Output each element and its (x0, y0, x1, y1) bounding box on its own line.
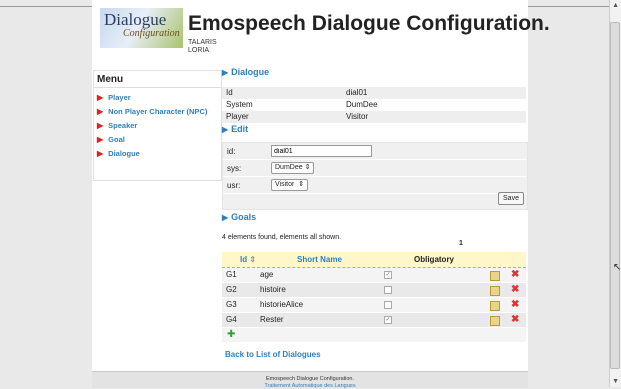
goal-name: histoire (260, 285, 286, 294)
delete-icon[interactable]: ✖ (511, 283, 519, 297)
spinner-icon: ⇕ (298, 181, 305, 188)
field-value: DumDee (346, 100, 378, 109)
goal-name: Rester (260, 315, 284, 324)
goal-id: G2 (226, 285, 237, 294)
triangle-right-icon: ▶ (222, 125, 229, 134)
triangle-right-icon: ▶ (97, 93, 104, 102)
usr-label: usr: (227, 181, 241, 190)
id-label: id: (227, 147, 236, 156)
goal-id: G3 (226, 300, 237, 309)
add-bar: ✚ (222, 328, 526, 342)
footer-title: Emospeech Dialogue Configuration. (265, 376, 355, 382)
sys-select[interactable]: DumDee ⇕ (271, 162, 315, 174)
menu-item-label: Non Player Character (NPC) (108, 107, 208, 116)
menu-divider (94, 87, 221, 88)
sort-icon: ⇕ (249, 255, 257, 264)
usr-select[interactable]: Visitor ⇕ (271, 179, 309, 191)
dialogue-row-system: System DumDee (222, 99, 526, 111)
selected-value: Visitor (275, 181, 295, 188)
vertical-scrollbar[interactable]: ▲ ▼ (609, 0, 621, 387)
section-title: Dialogue (231, 67, 270, 77)
obligatory-checkbox (384, 286, 392, 294)
side-menu: Menu ▶ Player ▶ Non Player Character (NPC)… (93, 70, 222, 181)
section-title: Goals (231, 212, 257, 222)
triangle-right-icon: ▶ (97, 121, 104, 130)
dialogue-row-id: Id dial01 (222, 87, 526, 99)
menu-title: Menu (97, 74, 124, 85)
menu-item-speaker[interactable]: ▶ Speaker (97, 121, 137, 130)
results-count: 4 elements found, elements all shown. (222, 234, 342, 241)
field-label: System (226, 100, 253, 109)
id-input[interactable] (271, 145, 372, 157)
triangle-right-icon: ▶ (97, 149, 104, 158)
page-number[interactable]: 1 (459, 240, 463, 247)
app-logo[interactable]: Dialogue Configuration (100, 8, 183, 48)
goal-id: G1 (226, 270, 237, 279)
spinner-icon: ⇕ (304, 164, 311, 171)
column-header-id[interactable]: Id ⇕ (240, 255, 256, 264)
logo-subtext: Configuration (123, 28, 180, 39)
triangle-right-icon: ▶ (222, 213, 229, 222)
scrollbar-thumb[interactable] (610, 22, 620, 369)
field-label: Player (226, 112, 249, 121)
triangle-right-icon: ▶ (222, 68, 229, 77)
column-header-short-name[interactable]: Short Name (297, 255, 342, 264)
delete-icon[interactable]: ✖ (511, 313, 519, 327)
triangle-right-icon: ▶ (97, 135, 104, 144)
triangle-right-icon: ▶ (97, 107, 104, 116)
footer: Emospeech Dialogue Configuration. Traite… (92, 371, 528, 389)
table-row: G3 historieAlice ✖ (222, 298, 526, 313)
obligatory-checkbox: ✓ (384, 271, 392, 279)
form-row-usr: usr: Visitor ⇕ (223, 177, 527, 194)
page-title: Emospeech Dialogue Configuration. (188, 12, 550, 35)
section-title: Edit (231, 124, 249, 134)
mouse-cursor-icon: ↖ (613, 262, 621, 273)
goals-section-heading[interactable]: ▶ Goals (222, 212, 256, 222)
selected-value: DumDee (275, 164, 303, 171)
delete-icon[interactable]: ✖ (511, 298, 519, 312)
back-to-list-link[interactable]: Back to List of Dialogues (225, 350, 321, 359)
edit-form: id: sys: DumDee ⇕ usr: Visitor ⇕ (222, 142, 528, 210)
menu-item-npc[interactable]: ▶ Non Player Character (NPC) (97, 107, 207, 116)
menu-item-dialogue[interactable]: ▶ Dialogue (97, 149, 140, 158)
goal-name: age (260, 270, 274, 279)
edit-icon[interactable] (490, 271, 500, 281)
form-row-sys: sys: DumDee ⇕ (223, 160, 527, 177)
delete-icon[interactable]: ✖ (511, 268, 519, 282)
table-row: G4 Rester ✓ ✖ (222, 313, 526, 328)
edit-icon[interactable] (490, 301, 500, 311)
menu-item-player[interactable]: ▶ Player (97, 93, 131, 102)
add-icon[interactable]: ✚ (227, 329, 235, 340)
menu-item-label: Goal (108, 135, 125, 144)
org-name: TALARIS (188, 39, 217, 46)
scroll-down-icon[interactable]: ▼ (612, 378, 619, 385)
field-value: Visitor (346, 112, 369, 121)
field-value: dial01 (346, 88, 368, 97)
dialogue-section-heading[interactable]: ▶ Dialogue (222, 67, 269, 77)
menu-item-label: Dialogue (108, 149, 140, 158)
obligatory-checkbox (384, 301, 392, 309)
column-header-obligatory: Obligatory (414, 255, 455, 264)
edit-icon[interactable] (490, 316, 500, 326)
form-row-id: id: (223, 143, 527, 160)
menu-item-label: Player (108, 93, 131, 102)
table-row: G1 age ✓ ✖ (222, 268, 526, 283)
table-row: G2 histoire ✖ (222, 283, 526, 298)
goal-name: historieAlice (260, 300, 304, 309)
menu-item-goal[interactable]: ▶ Goal (97, 135, 125, 144)
scroll-up-icon[interactable]: ▲ (612, 2, 619, 9)
goal-id: G4 (226, 315, 237, 324)
edit-section-heading[interactable]: ▶ Edit (222, 124, 248, 134)
dialogue-row-player: Player Visitor (222, 111, 526, 123)
field-label: Id (226, 88, 233, 97)
org-name: LORIA (188, 47, 210, 54)
save-button[interactable]: Save (498, 192, 524, 205)
footer-link[interactable]: Traitement Automatique des Langues (92, 383, 528, 389)
menu-item-label: Speaker (108, 121, 138, 130)
logo-text: Dialogue (104, 10, 167, 29)
table-header: Id ⇕ Short Name Obligatory (222, 252, 526, 268)
sys-label: sys: (227, 164, 242, 173)
obligatory-checkbox: ✓ (384, 316, 392, 324)
edit-icon[interactable] (490, 286, 500, 296)
